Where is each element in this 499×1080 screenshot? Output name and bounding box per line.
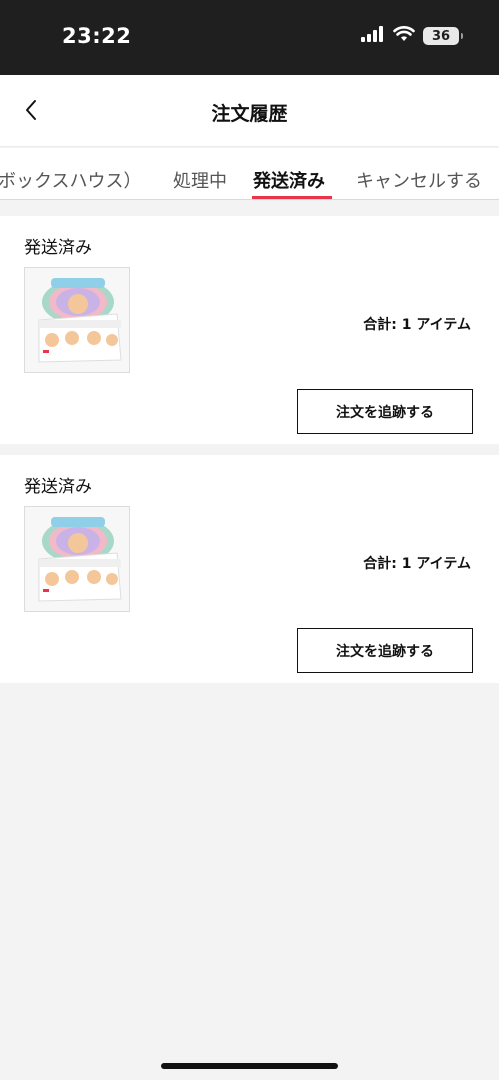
tab-cancelled[interactable]: キャンセルする xyxy=(356,167,482,193)
header: 注文履歴 xyxy=(0,75,499,147)
track-order-button[interactable]: 注文を追跡する xyxy=(297,628,473,673)
order-status: 発送済み xyxy=(24,477,92,497)
order-total: 合計: 1 アイテム xyxy=(363,317,471,333)
page-title: 注文履歴 xyxy=(211,103,288,125)
empty-list-area xyxy=(0,683,499,1080)
tab-processing[interactable]: 処理中 xyxy=(173,167,227,193)
status-time: 23:22 xyxy=(62,24,132,48)
home-indicator[interactable] xyxy=(161,1063,338,1069)
status-icons: 36 xyxy=(361,26,463,46)
order-card: 発送済み 合計: 1 アイテム 注文を追跡する xyxy=(0,455,499,683)
product-thumbnail[interactable] xyxy=(24,267,130,373)
product-thumbnail[interactable] xyxy=(24,506,130,612)
status-bar: 23:22 36 xyxy=(0,0,499,75)
order-total: 合計: 1 アイテム xyxy=(363,556,471,572)
signal-icon xyxy=(361,26,385,46)
wifi-icon xyxy=(393,26,415,46)
order-status: 発送済み xyxy=(24,238,92,258)
tab-shipped[interactable]: 発送済み xyxy=(253,167,325,193)
track-order-button[interactable]: 注文を追跡する xyxy=(297,389,473,434)
tab-box-house[interactable]: ボックスハウス） xyxy=(0,167,141,193)
active-tab-indicator xyxy=(252,196,332,199)
order-tabs: ボックスハウス） 処理中 発送済み キャンセルする xyxy=(0,148,499,200)
order-card: 発送済み 合計: 1 アイテム 注文を追跡する xyxy=(0,216,499,444)
battery-icon: 36 xyxy=(423,27,463,45)
